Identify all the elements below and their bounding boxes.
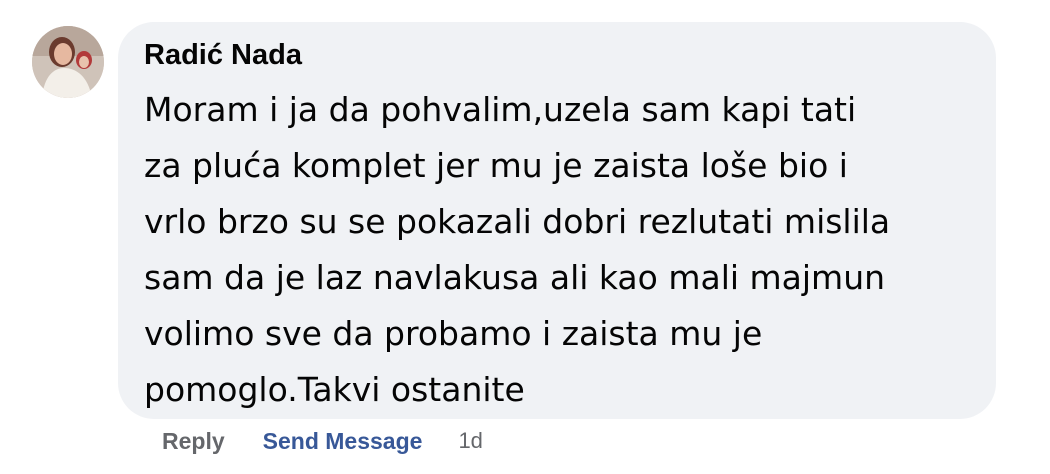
comment-line: Moram i ja da pohvalim,uzela sam kapi ta… <box>144 90 857 129</box>
comment: Radić Nada Moram i ja da pohvalim,uzela … <box>0 0 1050 474</box>
comment-actions: Reply Send Message 1d <box>162 424 483 458</box>
comment-line: pomoglo.Takvi ostanite <box>144 370 525 409</box>
comment-line: vrlo brzo su se pokazali dobri rezlutati… <box>144 202 891 241</box>
profile-photo <box>32 26 104 98</box>
comment-bubble: Radić Nada Moram i ja da pohvalim,uzela … <box>118 22 996 419</box>
comment-line: volimo sve da probamo i zaista mu je <box>144 314 763 353</box>
send-message-button[interactable]: Send Message <box>263 428 423 455</box>
comment-timestamp[interactable]: 1d <box>458 428 482 454</box>
comment-author[interactable]: Radić Nada <box>144 36 968 74</box>
reply-button[interactable]: Reply <box>162 428 225 455</box>
comment-line: za pluća komplet jer mu je zaista loše b… <box>144 146 848 185</box>
avatar[interactable] <box>32 26 104 98</box>
comment-line: sam da je laz navlakusa ali kao mali maj… <box>144 258 886 297</box>
comment-text: Moram i ja da pohvalim,uzela sam kapi ta… <box>144 82 968 418</box>
